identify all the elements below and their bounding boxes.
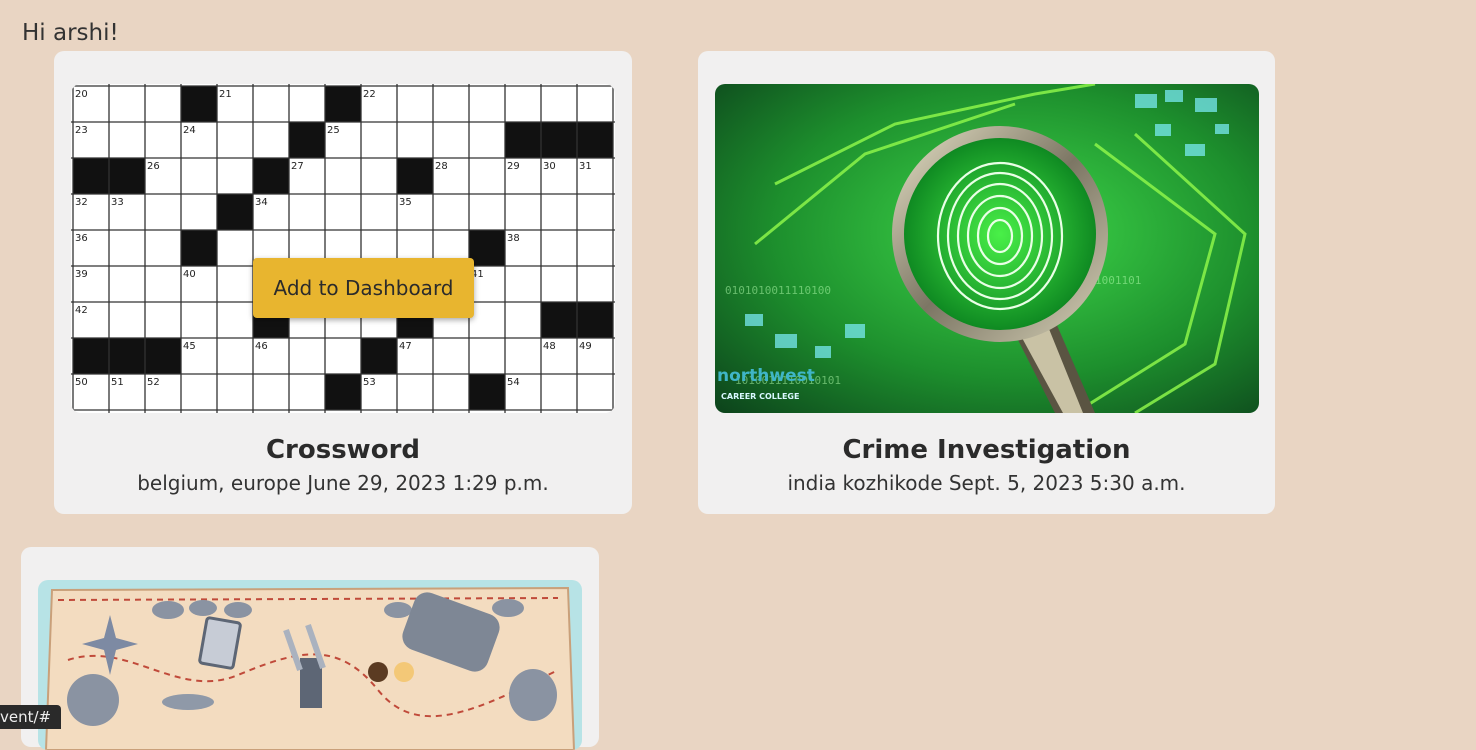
crossword-clue-number: 39: [75, 269, 88, 280]
crossword-clue-number: 49: [579, 341, 592, 352]
crossword-clue-number: 53: [363, 377, 376, 388]
treasure-map-image[interactable]: [38, 580, 582, 750]
crossword-clue-number: 30: [543, 161, 556, 172]
card-title[interactable]: Crime Investigation: [698, 435, 1275, 465]
crossword-clue-number: 28: [435, 161, 448, 172]
svg-text:1001101: 1001101: [1095, 274, 1141, 287]
crossword-clue-number: 54: [507, 377, 520, 388]
svg-text:0101010011110100: 0101010011110100: [725, 284, 831, 297]
crossword-image[interactable]: 20 21 22 23 24 25 26 27 28 29 30 31 32 33 34 35 36 38 39 40…: [71, 84, 615, 413]
crossword-clue-number: 25: [327, 125, 340, 136]
image-logo-subtext: CAREER COLLEGE: [721, 392, 799, 401]
crossword-clue-number: 23: [75, 125, 88, 136]
crossword-clue-number: 20: [75, 89, 88, 100]
add-to-dashboard-button[interactable]: Add to Dashboard: [253, 258, 474, 318]
image-logo-text: northwest: [717, 366, 815, 386]
crossword-clue-number: 24: [183, 125, 196, 136]
crossword-clue-number: 48: [543, 341, 556, 352]
crossword-clue-number: 32: [75, 197, 88, 208]
crossword-clue-number: 40: [183, 269, 196, 280]
card-meta: belgium, europe June 29, 2023 1:29 p.m.: [137, 471, 549, 495]
crossword-clue-number: 21: [219, 89, 232, 100]
crossword-clue-number: 46: [255, 341, 268, 352]
card-title[interactable]: Crossword: [54, 435, 632, 465]
crossword-clue-number: 26: [147, 161, 160, 172]
event-card-crossword[interactable]: 20 21 22 23 24 25 26 27 28 29 30 31 32 33 34 35 36 38 39 40…: [54, 51, 632, 514]
crossword-clue-number: 52: [147, 377, 160, 388]
crossword-clue-number: 47: [399, 341, 412, 352]
crossword-clue-number: 45: [183, 341, 196, 352]
crossword-clue-number: 36: [75, 233, 88, 244]
crossword-clue-number: 29: [507, 161, 520, 172]
crossword-clue-number: 35: [399, 197, 412, 208]
fingerprint-magnifier-image[interactable]: 0101010011110100 1010011110010101 100110…: [715, 84, 1259, 413]
crossword-clue-number: 22: [363, 89, 376, 100]
crossword-clue-number: 50: [75, 377, 88, 388]
card-meta: india kozhikode Sept. 5, 2023 5:30 a.m.: [787, 471, 1186, 495]
crossword-clue-number: 34: [255, 197, 268, 208]
crossword-clue-number: 31: [579, 161, 592, 172]
crossword-clue-number: 33: [111, 197, 124, 208]
greeting-text: Hi arshi!: [22, 20, 119, 46]
crossword-clue-number: 51: [111, 377, 124, 388]
status-bar-url: vent/#: [0, 705, 62, 729]
crossword-clue-number: 42: [75, 305, 88, 316]
event-card-treasure-map[interactable]: [21, 547, 599, 750]
crossword-clue-number: 38: [507, 233, 520, 244]
event-card-crime-investigation[interactable]: 0101010011110100 1010011110010101 100110…: [698, 51, 1275, 514]
crossword-clue-number: 27: [291, 161, 304, 172]
